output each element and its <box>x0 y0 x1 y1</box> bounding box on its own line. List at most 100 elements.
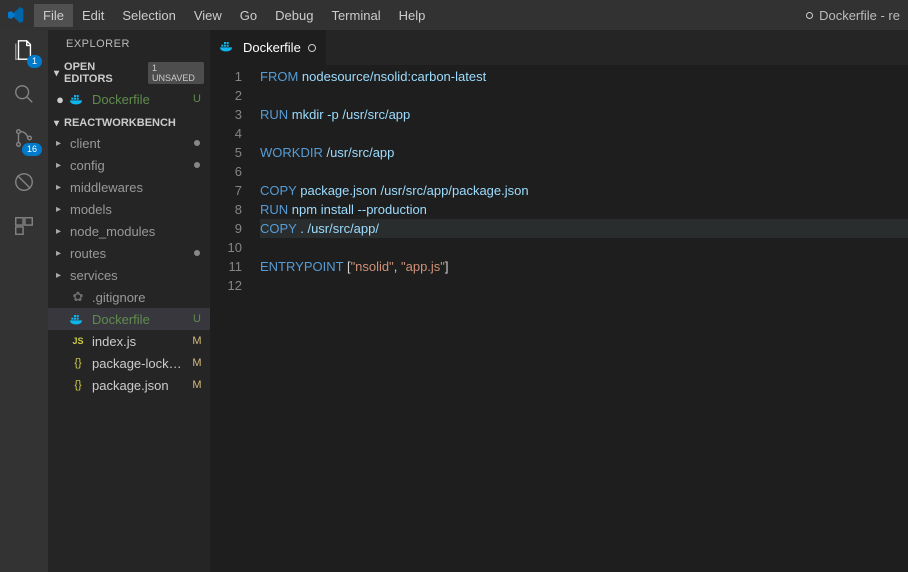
code-line[interactable] <box>260 162 908 181</box>
activity-scm[interactable]: 16 <box>10 124 38 152</box>
editor-tab[interactable]: Dockerfile <box>210 30 326 65</box>
activity-explorer[interactable]: 1 <box>10 36 38 64</box>
modified-dot <box>190 247 204 259</box>
open-editors-header[interactable]: ▾ OPEN EDITORS 1 UNSAVED <box>48 58 210 88</box>
folder-item[interactable]: ▸ middlewares <box>48 176 210 198</box>
chevron-down-icon: ▾ <box>54 118 59 129</box>
line-number: 5 <box>210 143 242 162</box>
folder-label: config <box>70 158 184 173</box>
folder-label: routes <box>70 246 184 261</box>
tab-bar: Dockerfile <box>210 30 908 65</box>
activity-search[interactable] <box>10 80 38 108</box>
open-editors-label: OPEN EDITORS <box>64 61 143 85</box>
scm-status: M <box>190 379 204 391</box>
js-icon: JS <box>70 336 86 346</box>
line-number: 6 <box>210 162 242 181</box>
open-editor-label: Dockerfile <box>92 92 184 107</box>
file-item[interactable]: {} package.json M <box>48 374 210 396</box>
line-number: 12 <box>210 276 242 295</box>
sidebar-title: EXPLORER <box>48 30 210 56</box>
code-line[interactable]: RUN npm install --production <box>260 200 908 219</box>
file-item[interactable]: Dockerfile U <box>48 308 210 330</box>
scm-badge: 16 <box>22 143 42 156</box>
activity-extensions[interactable] <box>10 212 38 240</box>
code-line[interactable]: WORKDIR /usr/src/app <box>260 143 908 162</box>
file-item[interactable]: ✿ .gitignore <box>48 286 210 308</box>
modified-dot <box>190 137 204 149</box>
chevron-right-icon: ▸ <box>56 182 64 193</box>
scm-status: U <box>190 313 204 325</box>
line-number: 4 <box>210 124 242 143</box>
docker-icon <box>220 40 236 55</box>
folder-label: client <box>70 136 184 151</box>
menu-help[interactable]: Help <box>390 4 435 27</box>
scm-status: U <box>190 93 204 105</box>
line-number: 1 <box>210 67 242 86</box>
folder-item[interactable]: ▸ node_modules <box>48 220 210 242</box>
activity-debug[interactable] <box>10 168 38 196</box>
line-number: 8 <box>210 200 242 219</box>
chevron-right-icon: ▸ <box>56 270 64 281</box>
json-icon: {} <box>70 379 86 391</box>
workspace-header[interactable]: ▾ REACTWORKBENCH <box>48 114 210 132</box>
code-line[interactable]: FROM nodesource/nsolid:carbon-latest <box>260 67 908 86</box>
menu-file[interactable]: File <box>34 4 73 27</box>
scm-status: M <box>190 357 204 369</box>
folder-label: middlewares <box>70 180 184 195</box>
code-line[interactable]: ENTRYPOINT ["nsolid", "app.js"] <box>260 257 908 276</box>
code-line[interactable] <box>260 86 908 105</box>
folder-item[interactable]: ▸ services <box>48 264 210 286</box>
menu-selection[interactable]: Selection <box>113 4 184 27</box>
unsaved-badge: 1 UNSAVED <box>148 62 204 84</box>
line-number: 10 <box>210 238 242 257</box>
chevron-right-icon: ▸ <box>56 204 64 215</box>
line-number: 11 <box>210 257 242 276</box>
chevron-right-icon: ▸ <box>56 160 64 171</box>
line-number: 3 <box>210 105 242 124</box>
file-label: Dockerfile <box>92 312 184 327</box>
file-item[interactable]: {} package-lock.json M <box>48 352 210 374</box>
chevron-right-icon: ▸ <box>56 248 64 259</box>
code-line[interactable] <box>260 124 908 143</box>
window-title: Dockerfile - re <box>806 8 900 23</box>
code-content[interactable]: FROM nodesource/nsolid:carbon-latest RUN … <box>260 67 908 572</box>
menu-bar: FileEditSelectionViewGoDebugTerminalHelp <box>34 4 434 27</box>
code-line[interactable]: RUN mkdir -p /usr/src/app <box>260 105 908 124</box>
workspace-label: REACTWORKBENCH <box>64 117 176 129</box>
dirty-dot-icon: ● <box>56 92 64 107</box>
line-number: 7 <box>210 181 242 200</box>
dirty-indicator-icon <box>806 12 813 19</box>
debug-icon <box>13 171 35 193</box>
file-label: package.json <box>92 378 184 393</box>
menu-go[interactable]: Go <box>231 4 266 27</box>
code-line[interactable]: COPY . /usr/src/app/ <box>260 219 908 238</box>
modified-dot <box>190 159 204 171</box>
folder-item[interactable]: ▸ models <box>48 198 210 220</box>
json-icon: {} <box>70 357 86 369</box>
folder-item[interactable]: ▸ config <box>48 154 210 176</box>
scm-status: M <box>190 335 204 347</box>
code-line[interactable]: COPY package.json /usr/src/app/package.j… <box>260 181 908 200</box>
line-gutter: 123456789101112 <box>210 67 260 572</box>
open-editor-item[interactable]: ● Dockerfile U <box>48 88 210 110</box>
window-title-text: Dockerfile - re <box>819 8 900 23</box>
title-bar: FileEditSelectionViewGoDebugTerminalHelp… <box>0 0 908 30</box>
editor-group: Dockerfile 123456789101112 FROM nodesour… <box>210 30 908 572</box>
line-number: 2 <box>210 86 242 105</box>
menu-terminal[interactable]: Terminal <box>322 4 389 27</box>
code-line[interactable] <box>260 238 908 257</box>
menu-view[interactable]: View <box>185 4 231 27</box>
menu-edit[interactable]: Edit <box>73 4 113 27</box>
folder-label: node_modules <box>70 224 184 239</box>
folder-label: models <box>70 202 184 217</box>
file-item[interactable]: JS index.js M <box>48 330 210 352</box>
code-editor[interactable]: 123456789101112 FROM nodesource/nsolid:c… <box>210 65 908 572</box>
file-label: index.js <box>92 334 184 349</box>
docker-icon <box>70 93 86 105</box>
activity-bar: 1 16 <box>0 30 48 572</box>
code-line[interactable] <box>260 276 908 295</box>
folder-item[interactable]: ▸ client <box>48 132 210 154</box>
folder-item[interactable]: ▸ routes <box>48 242 210 264</box>
menu-debug[interactable]: Debug <box>266 4 322 27</box>
explorer-badge: 1 <box>27 55 42 68</box>
